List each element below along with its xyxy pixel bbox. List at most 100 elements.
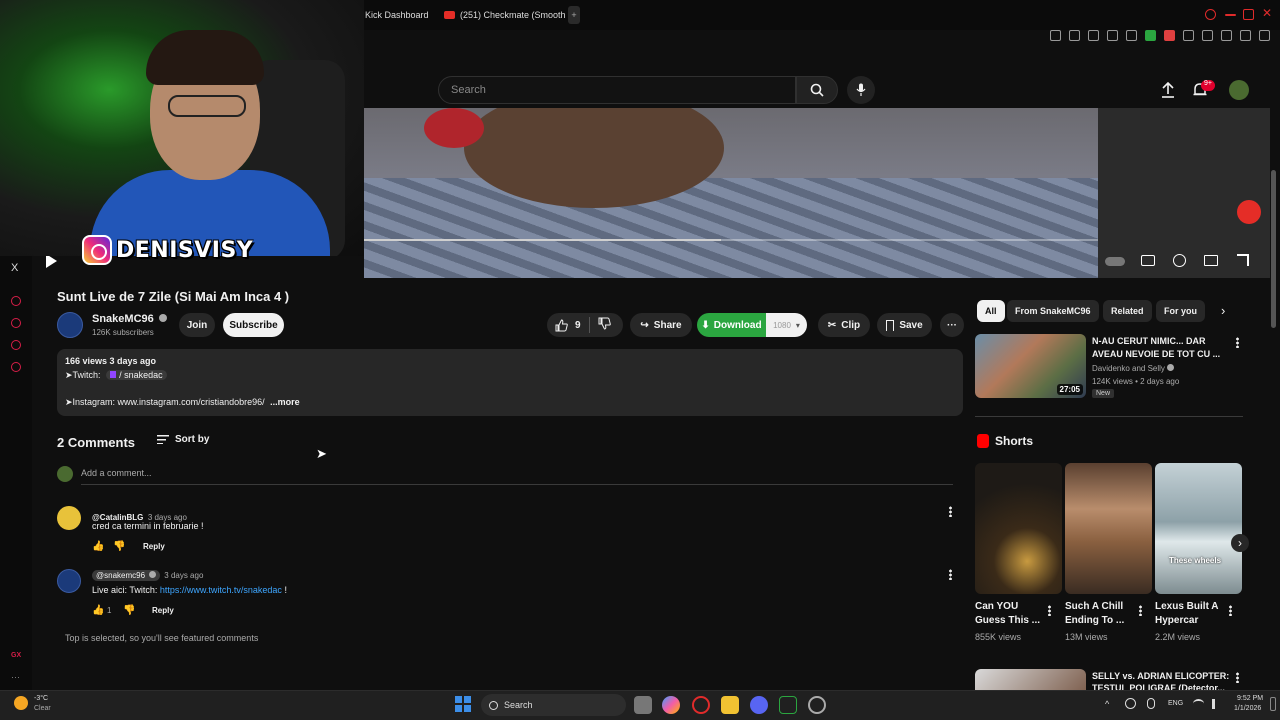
clip-button[interactable]: ✂ Clip — [818, 313, 870, 337]
short-menu-icon[interactable] — [1229, 605, 1232, 616]
copilot-icon[interactable] — [662, 696, 680, 714]
comment-author-badge[interactable]: @snakemc96 — [92, 570, 161, 581]
dislike-button[interactable] — [598, 317, 611, 333]
messenger-icon[interactable] — [11, 340, 21, 350]
download-button[interactable]: ⬇ Download — [697, 313, 766, 337]
short-thumbnail[interactable]: These wheels — [1155, 463, 1242, 594]
comment-like-button[interactable]: 👍 — [92, 605, 104, 616]
related-video-menu-icon[interactable] — [1236, 337, 1239, 348]
notification-center-icon[interactable] — [1270, 697, 1276, 711]
comment-avatar[interactable] — [57, 569, 81, 593]
tray-app-icon[interactable] — [1125, 698, 1136, 709]
short-title[interactable]: Can YOU Guess This ... — [975, 600, 1047, 628]
comment-link[interactable]: https://www.twitch.tv/snakedac — [160, 585, 282, 595]
search-input[interactable]: Search — [438, 76, 796, 104]
x-twitter-icon[interactable]: X — [11, 262, 18, 274]
short-thumbnail[interactable] — [1065, 463, 1152, 594]
channel-avatar[interactable] — [57, 312, 83, 338]
chip-all[interactable]: All — [977, 300, 1005, 322]
captions-icon[interactable] — [1141, 255, 1155, 266]
search-icon[interactable] — [1205, 9, 1216, 20]
file-explorer-icon[interactable] — [721, 696, 739, 714]
snapshot-icon[interactable] — [1069, 30, 1080, 41]
close-button[interactable]: ✕ — [1262, 6, 1272, 20]
download-extension-icon[interactable] — [1145, 30, 1156, 41]
related-video-title[interactable]: N-AU CERUT NIMIC... DAR AVEAU NEVOIE DE … — [1092, 335, 1228, 361]
subscribe-watermark-icon[interactable] — [1237, 200, 1261, 224]
short-title[interactable]: Such A Chill Ending To ... — [1065, 600, 1137, 628]
clock-date[interactable]: 1/1/2026 — [1234, 705, 1261, 712]
more-actions-button[interactable]: ··· — [940, 313, 964, 337]
short-title[interactable]: Lexus Built A Hypercar — [1155, 600, 1227, 628]
taskbar-search[interactable]: Search — [481, 694, 626, 716]
tab-youtube[interactable]: (251) Checkmate (Smooth — [444, 6, 566, 24]
twitch-link[interactable]: / snakedac — [106, 370, 167, 380]
puzzle-icon[interactable] — [1183, 30, 1194, 41]
sidebar-app-icon[interactable] — [11, 296, 21, 306]
settings-icon[interactable] — [11, 362, 21, 372]
task-view-icon[interactable] — [634, 696, 652, 714]
comment-time[interactable]: 3 days ago — [164, 571, 203, 580]
related-video-channel[interactable]: Davidenko and Selly — [1092, 364, 1175, 373]
comment-avatar[interactable] — [57, 506, 81, 530]
clock-time[interactable]: 9:52 PM — [1237, 695, 1263, 702]
chip-related[interactable]: Related — [1103, 300, 1152, 322]
account-avatar[interactable] — [1229, 80, 1249, 100]
download-quality-select[interactable]: 1080 ▾ — [766, 313, 807, 337]
fullscreen-icon[interactable] — [1237, 254, 1249, 266]
related-video-thumbnail[interactable]: 27:05 — [975, 334, 1086, 398]
new-tab-button[interactable]: + — [568, 6, 580, 24]
add-comment-input[interactable]: Add a comment... — [81, 468, 152, 478]
heart-icon[interactable] — [1126, 30, 1137, 41]
play-icon[interactable] — [1107, 30, 1118, 41]
extension-icon[interactable] — [1164, 30, 1175, 41]
join-button[interactable]: Join — [179, 313, 215, 337]
channel-name[interactable]: SnakeMC96 — [92, 313, 167, 325]
gx-icon[interactable]: GX — [11, 652, 21, 659]
short-menu-icon[interactable] — [1139, 605, 1142, 616]
weather-condition[interactable]: Clear — [34, 705, 51, 712]
tab-kick-dashboard[interactable]: Kick Dashboard — [365, 6, 429, 24]
search-button[interactable] — [796, 76, 838, 104]
voice-search-button[interactable] — [847, 76, 875, 104]
share-button[interactable]: ↪ Share — [630, 313, 692, 337]
upload-button[interactable] — [1161, 81, 1175, 103]
related-video-menu-icon[interactable] — [1236, 672, 1239, 683]
menu-icon[interactable] — [1259, 30, 1270, 41]
profile-icon[interactable] — [1240, 30, 1251, 41]
autoplay-toggle[interactable] — [1105, 257, 1125, 266]
microphone-icon[interactable] — [1147, 698, 1155, 709]
excel-icon[interactable] — [779, 696, 797, 714]
page-scrollbar[interactable] — [1271, 170, 1276, 328]
comment-dislike-button[interactable]: 👎 — [123, 605, 135, 616]
sort-comments-button[interactable]: Sort by — [157, 434, 209, 445]
shield-icon[interactable] — [1202, 30, 1213, 41]
save-button[interactable]: Save — [877, 313, 932, 337]
comment-reply-button[interactable]: Reply — [143, 542, 165, 551]
maximize-button[interactable] — [1243, 9, 1254, 20]
like-button[interactable]: 9 — [555, 318, 581, 332]
downloads-icon[interactable] — [1221, 30, 1232, 41]
history-icon[interactable] — [11, 318, 21, 328]
description-more-button[interactable]: ...more — [270, 397, 300, 407]
shorts-next-chevron-icon[interactable]: › — [1231, 534, 1249, 552]
comment-reply-button[interactable]: Reply — [152, 606, 174, 615]
opera-gx-icon[interactable] — [692, 696, 710, 714]
more-icon[interactable]: ··· — [11, 672, 20, 682]
instagram-link[interactable]: ➤Instagram: www.instagram.com/cristiando… — [65, 397, 265, 407]
discord-icon[interactable] — [750, 696, 768, 714]
volume-icon[interactable] — [1212, 699, 1222, 709]
comment-menu-icon[interactable] — [949, 569, 952, 580]
comment-like-button[interactable]: 👍 — [92, 541, 104, 552]
comment-menu-icon[interactable] — [949, 506, 952, 517]
weather-icon[interactable] — [14, 696, 28, 710]
weather-temperature[interactable]: -3°C — [34, 695, 48, 702]
bookmark-icon[interactable] — [1050, 30, 1061, 41]
vpn-icon[interactable] — [1088, 30, 1099, 41]
minimize-button[interactable] — [1225, 14, 1236, 16]
chip-for-you[interactable]: For you — [1156, 300, 1205, 322]
video-player[interactable] — [364, 108, 1098, 278]
play-button-icon[interactable] — [46, 254, 57, 268]
chips-next-chevron-icon[interactable]: › — [1221, 303, 1225, 318]
wifi-icon[interactable] — [1193, 699, 1204, 708]
